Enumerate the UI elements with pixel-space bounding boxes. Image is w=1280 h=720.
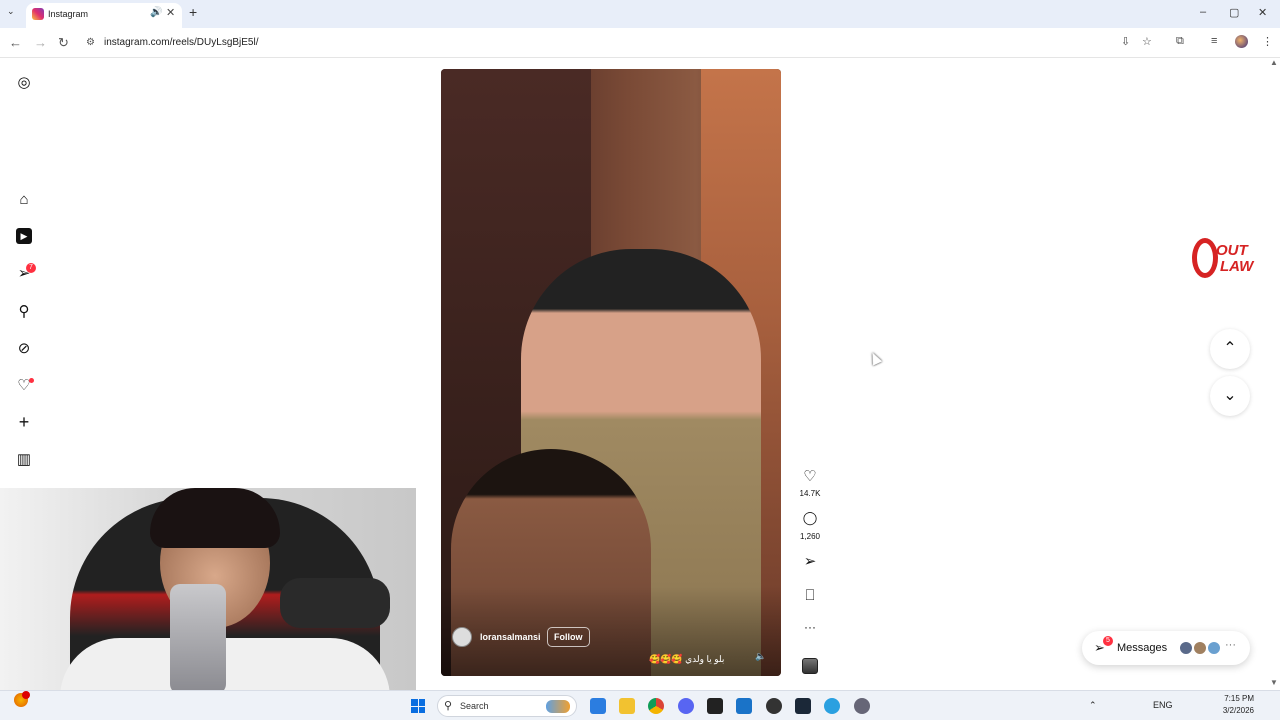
extensions-icon[interactable]: ⧉ (1176, 35, 1184, 48)
more-options-icon[interactable]: ··· (797, 620, 823, 634)
message-avatar (1193, 641, 1207, 655)
search-highlight-icon (546, 700, 570, 713)
next-reel-button[interactable]: ⌄ (1210, 376, 1250, 416)
notification-dot (29, 378, 34, 383)
language-indicator[interactable]: ENG (1153, 700, 1173, 710)
weather-badge (22, 691, 30, 699)
app-icon[interactable] (766, 698, 782, 714)
clock-date: 3/2/2026 (1222, 706, 1254, 715)
taskbar-clock[interactable]: 7:15 PM 3/2/2026 (1214, 693, 1254, 717)
tab-audio-icon[interactable]: 🔊 (150, 7, 162, 18)
previous-reel-button[interactable]: ⌃ (1210, 329, 1250, 369)
tab-close-icon[interactable]: ✕ (166, 6, 175, 19)
mouse-cursor (867, 350, 883, 366)
home-icon[interactable]: ⌂ (16, 191, 32, 208)
search-icon: ⚲ (444, 700, 453, 712)
media-controls-icon[interactable]: ≡ (1211, 35, 1217, 47)
minimize-button[interactable]: – (1200, 6, 1206, 18)
reel-video[interactable]: loransalmansi Follow بلو يا ولدي 🥰🥰🥰 🔈 (441, 69, 781, 676)
discord-icon[interactable] (678, 698, 694, 714)
search-icon[interactable]: ⚲ (16, 303, 32, 320)
mute-icon[interactable]: 🔈 (755, 651, 766, 662)
reload-button[interactable]: ↻ (58, 35, 69, 51)
maximize-button[interactable]: ▢ (1229, 6, 1239, 19)
tab-title: Instagram (48, 9, 89, 19)
windows-taskbar: ⚲ Search ⌃ ENG 7:15 PM 3/2/2026 (0, 690, 1280, 720)
browser-tab-bar: ⌄ Instagram 🔊 ✕ + – ▢ ✕ (0, 0, 1280, 28)
file-explorer-icon[interactable] (619, 698, 635, 714)
webcam-phone (170, 584, 226, 694)
share-icon[interactable]: ➢ (797, 552, 823, 570)
webcam-microphone (280, 578, 390, 628)
taskbar-search-placeholder: Search (460, 701, 489, 711)
back-button[interactable]: ← (9, 35, 22, 50)
more-icon: ··· (1225, 639, 1236, 651)
app-icon[interactable] (736, 698, 752, 714)
url-field[interactable]: instagram.com/reels/DUyLsgBjE5l/ (104, 37, 259, 48)
tab-list-button[interactable]: ⌄ (7, 6, 15, 17)
logo-text-line1: OUT (1216, 242, 1248, 259)
browser-profile-avatar[interactable] (1235, 35, 1248, 48)
forward-button[interactable]: → (34, 35, 47, 50)
new-tab-button[interactable]: + (189, 4, 197, 20)
likes-count[interactable]: 14.7K (790, 489, 830, 498)
like-icon[interactable]: ♡ (797, 467, 823, 485)
close-window-button[interactable]: ✕ (1258, 6, 1267, 19)
chrome-icon[interactable] (648, 698, 664, 714)
bookmark-icon[interactable]: ⎕ (797, 587, 823, 604)
messages-badge: 7 (26, 263, 36, 273)
clock-time: 7:15 PM (1224, 694, 1254, 703)
reel-username[interactable]: loransalmansi (480, 632, 541, 642)
tray-overflow-icon[interactable]: ⌃ (1089, 700, 1097, 711)
reels-icon[interactable]: ▶ (16, 228, 32, 244)
messages-pill-badge: 5 (1103, 636, 1113, 646)
chart-icon[interactable]: ▥ (16, 451, 32, 468)
video-bottom-gradient (441, 586, 781, 676)
plus-icon[interactable]: + (16, 412, 32, 432)
start-button[interactable] (411, 699, 425, 713)
scrollbar-down-arrow[interactable]: ▼ (1270, 678, 1278, 687)
store-app-icon[interactable] (590, 698, 606, 714)
browser-menu-icon[interactable]: ⋮ (1262, 35, 1273, 48)
outlaw-logo: OUT LAW (1190, 234, 1260, 282)
terminal-icon[interactable] (707, 698, 723, 714)
audio-thumbnail[interactable] (802, 658, 818, 674)
messages-pill[interactable]: ➢ 5 Messages ··· (1082, 631, 1250, 665)
bookmark-star-icon[interactable]: ☆ (1142, 35, 1152, 48)
scrollbar-up-arrow[interactable]: ▲ (1270, 58, 1278, 67)
browser-tab-instagram[interactable]: Instagram 🔊 ✕ (26, 3, 182, 28)
install-app-icon[interactable]: ⇩ (1121, 35, 1130, 48)
address-bar-row: ← → ↻ ⚙ instagram.com/reels/DUyLsgBjE5l/… (0, 28, 1280, 58)
comment-icon[interactable]: ◯ (797, 510, 823, 526)
edge-icon[interactable] (824, 698, 840, 714)
messages-label: Messages (1117, 642, 1168, 654)
comments-count: 1,260 (799, 532, 821, 541)
compass-icon[interactable]: ⊘ (16, 340, 32, 357)
reel-caption[interactable]: بلو يا ولدي 🥰🥰🥰 (649, 654, 724, 665)
site-info-icon[interactable]: ⚙ (86, 37, 95, 48)
message-avatar (1179, 641, 1193, 655)
message-avatar (1207, 641, 1221, 655)
logo-text-line2: LAW (1220, 258, 1254, 275)
taskbar-search[interactable]: ⚲ Search (437, 695, 577, 717)
webcam-overlay (0, 488, 416, 720)
steam-icon[interactable] (795, 698, 811, 714)
logo-ring (1192, 238, 1218, 278)
instagram-favicon-icon (32, 8, 44, 20)
follow-button[interactable]: Follow (547, 627, 590, 647)
instagram-icon[interactable]: ◎ (16, 74, 32, 91)
webcam-hair (150, 488, 280, 548)
reel-author-avatar[interactable] (452, 627, 472, 647)
settings-icon[interactable] (854, 698, 870, 714)
